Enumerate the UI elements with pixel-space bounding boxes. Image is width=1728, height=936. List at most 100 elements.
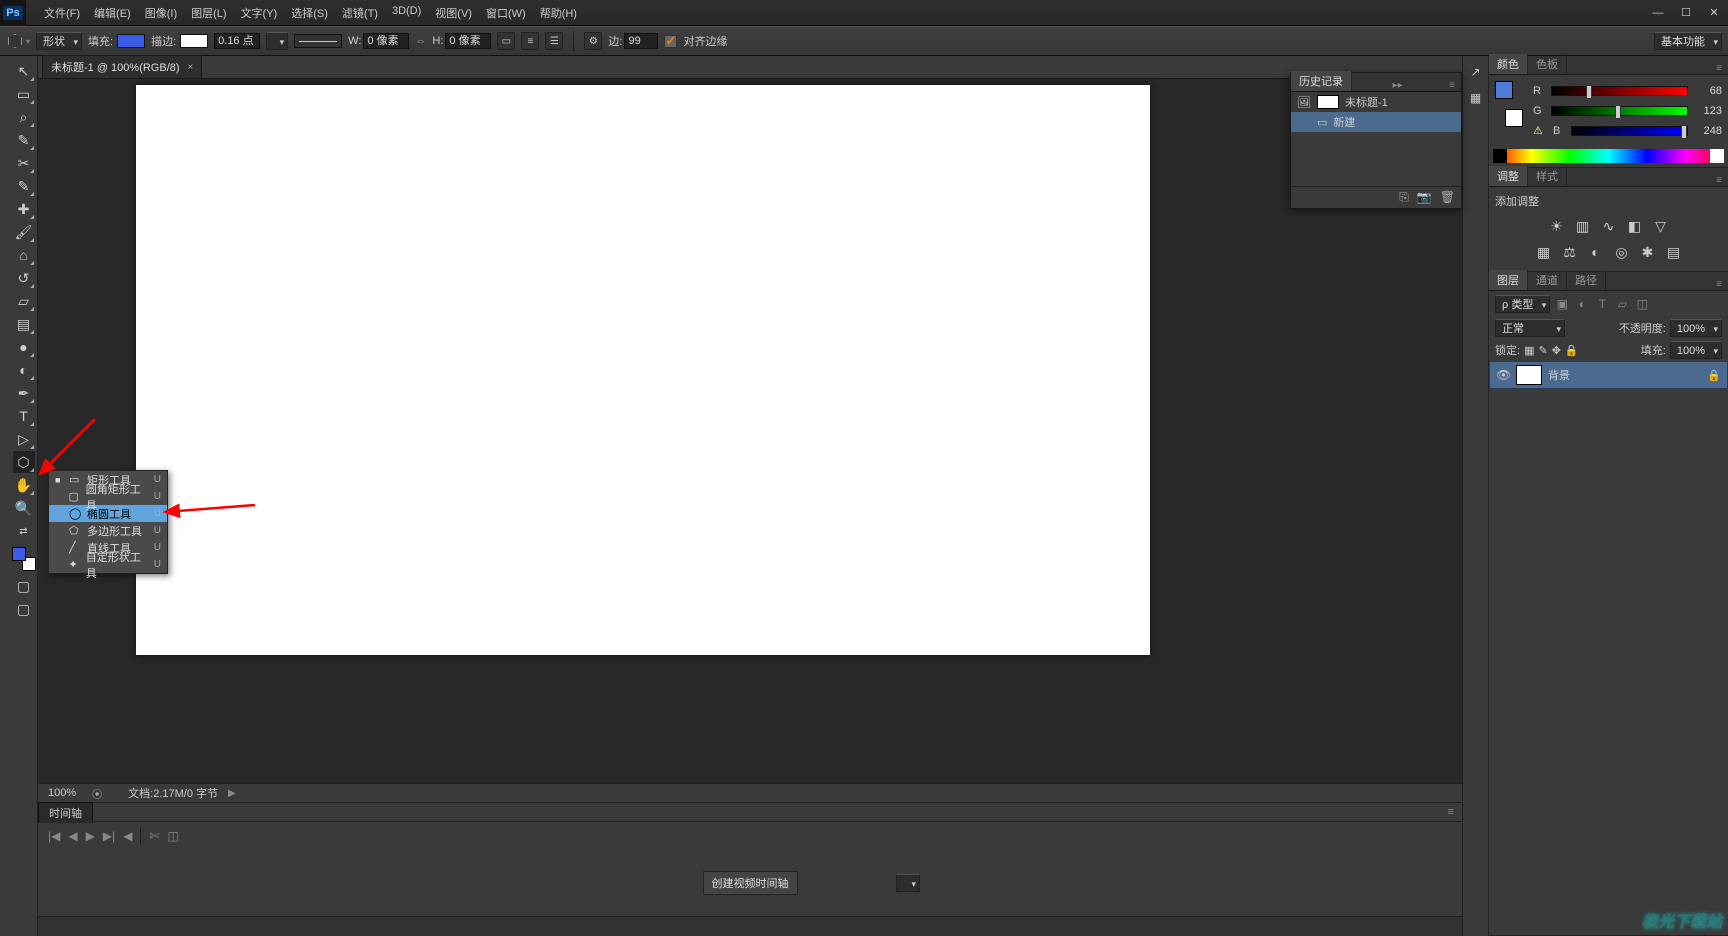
menu-type[interactable]: 文字(Y) xyxy=(235,1,284,25)
align-button[interactable]: ≡ xyxy=(521,32,539,50)
color-swatch-thumb[interactable] xyxy=(1495,81,1523,127)
canvas[interactable] xyxy=(136,85,1150,655)
maximize-button[interactable]: ☐ xyxy=(1672,2,1700,24)
fill-opacity-field[interactable]: 100% xyxy=(1670,341,1722,359)
tl-prev[interactable]: ◀ xyxy=(68,829,77,843)
create-timeline-button[interactable]: 创建视频时间轴 xyxy=(703,871,798,895)
filter-smart-icon[interactable]: ◫ xyxy=(1634,296,1650,312)
zoom-field[interactable]: 100% xyxy=(38,787,86,799)
adj-brightness-icon[interactable]: ☀ xyxy=(1548,217,1566,235)
marquee-tool[interactable]: ▭ xyxy=(13,83,35,105)
stroke-swatch[interactable] xyxy=(180,34,208,48)
close-tab-icon[interactable]: × xyxy=(188,62,194,73)
panel-menu-icon[interactable]: ≡ xyxy=(1710,63,1728,74)
workspace-dropdown[interactable]: 基本功能 xyxy=(1654,32,1722,50)
quickmask-button[interactable]: ▢ xyxy=(16,578,32,594)
b-value[interactable]: 248 xyxy=(1694,125,1722,137)
quickselect-tool[interactable]: ✎ xyxy=(13,129,35,151)
tl-first[interactable]: |◀ xyxy=(48,829,60,843)
adj-mixer-icon[interactable]: ✱ xyxy=(1639,243,1657,261)
panel-menu-icon[interactable]: ≡ xyxy=(1710,279,1728,290)
r-slider[interactable] xyxy=(1551,86,1688,96)
filter-shape-icon[interactable]: ▱ xyxy=(1614,296,1630,312)
adj-photo-icon[interactable]: ◎ xyxy=(1613,243,1631,261)
pen-tool[interactable]: ✒ xyxy=(13,382,35,404)
menu-layer[interactable]: 图层(L) xyxy=(185,1,232,25)
eyedropper-tool[interactable]: ✎ xyxy=(13,175,35,197)
lock-icon[interactable]: 🔒 xyxy=(1707,369,1721,382)
timeline-menu-icon[interactable]: ≡ xyxy=(1440,806,1462,818)
close-button[interactable]: ✕ xyxy=(1700,2,1728,24)
lock-paint-icon[interactable]: ✎ xyxy=(1538,344,1547,357)
status-menu-arrow[interactable]: ▶ xyxy=(228,788,236,799)
g-slider[interactable] xyxy=(1551,106,1688,116)
lock-pos-icon[interactable]: ✥ xyxy=(1552,344,1561,357)
document-tab[interactable]: 未标题-1 @ 100%(RGB/8) × xyxy=(42,55,202,78)
menu-image[interactable]: 图像(I) xyxy=(139,1,183,25)
panel-menu-icon[interactable]: ≡ xyxy=(1710,175,1728,186)
layer-name[interactable]: 背景 xyxy=(1548,367,1570,383)
flyout-roundrect[interactable]: ▢圆角矩形工具U xyxy=(49,488,167,505)
adj-bw-icon[interactable]: ◐ xyxy=(1587,243,1605,261)
canvas-area[interactable] xyxy=(38,79,1462,783)
tab-layers[interactable]: 图层 xyxy=(1489,270,1528,290)
type-tool[interactable]: T xyxy=(13,405,35,427)
tl-next[interactable]: ▶| xyxy=(103,829,115,843)
hand-tool[interactable]: ✋ xyxy=(13,474,35,496)
gear-icon[interactable]: ⚙ xyxy=(584,32,602,50)
r-value[interactable]: 68 xyxy=(1694,85,1722,97)
lock-pixels-icon[interactable]: ▦ xyxy=(1524,344,1534,357)
arrange-button[interactable]: ☰ xyxy=(545,32,563,50)
stroke-width-field[interactable]: 0.16 点 xyxy=(214,33,260,49)
brush-tool[interactable]: 🖌 xyxy=(13,221,35,243)
filter-adj-icon[interactable]: ◐ xyxy=(1574,296,1590,312)
b-slider[interactable] xyxy=(1571,126,1688,136)
adj-vibrance-icon[interactable]: ▽ xyxy=(1652,217,1670,235)
layer-filter-dropdown[interactable]: ρ 类型 xyxy=(1495,295,1550,313)
align-edges-checkbox[interactable] xyxy=(664,35,677,48)
dock-cursor-icon[interactable]: ↗ xyxy=(1466,62,1486,82)
tab-channels[interactable]: 通道 xyxy=(1528,270,1567,290)
fg-bg-colors[interactable] xyxy=(12,547,36,571)
filter-type-icon[interactable]: T xyxy=(1594,296,1610,312)
history-doc-row[interactable]: 🖼 未标题-1 xyxy=(1291,92,1461,112)
screenmode-button[interactable]: ▢ xyxy=(16,601,32,617)
tab-styles[interactable]: 样式 xyxy=(1528,166,1567,186)
menu-window[interactable]: 窗口(W) xyxy=(480,1,532,25)
swap-tool[interactable]: ⇄ xyxy=(13,520,35,542)
move-tool[interactable]: ↖ xyxy=(13,60,35,82)
gradient-tool[interactable]: ▤ xyxy=(13,313,35,335)
adj-curves-icon[interactable]: ∿ xyxy=(1600,217,1618,235)
dock-grid-icon[interactable]: ▦ xyxy=(1466,88,1486,108)
gamut-warning-icon[interactable]: ⚠ xyxy=(1533,124,1547,138)
menu-select[interactable]: 选择(S) xyxy=(285,1,334,25)
layer-item[interactable]: 👁 背景 🔒 xyxy=(1489,361,1728,389)
adj-exposure-icon[interactable]: ◧ xyxy=(1626,217,1644,235)
link-icon[interactable]: ⇔ xyxy=(415,35,426,47)
zoom-tool[interactable]: 🔍 xyxy=(13,497,35,519)
tl-last[interactable]: ◀ xyxy=(123,829,132,843)
adj-balance-icon[interactable]: ⚖ xyxy=(1561,243,1579,261)
menu-help[interactable]: 帮助(H) xyxy=(534,1,583,25)
color-ramp[interactable] xyxy=(1493,149,1724,163)
history-step[interactable]: ▭ 新建 xyxy=(1291,112,1461,132)
adj-hue-icon[interactable]: ▦ xyxy=(1535,243,1553,261)
flyout-polygon[interactable]: ⬠多边形工具U xyxy=(49,522,167,539)
stroke-style-dropdown[interactable] xyxy=(294,34,342,48)
camera-icon[interactable]: 📷 xyxy=(1417,190,1432,205)
panel-menu-icon[interactable]: ≡ xyxy=(1443,80,1461,91)
g-value[interactable]: 123 xyxy=(1694,105,1722,117)
tab-paths[interactable]: 路径 xyxy=(1567,270,1606,290)
dodge-tool[interactable]: ◐ xyxy=(13,359,35,381)
stroke-width-dropdown[interactable] xyxy=(266,32,288,50)
new-snapshot-icon[interactable]: ⎘ xyxy=(1399,190,1409,205)
sides-field[interactable]: 99 xyxy=(624,33,658,49)
flyout-custom[interactable]: ✦自定形状工具U xyxy=(49,556,167,573)
collapse-icon[interactable]: ▸▸ xyxy=(1387,80,1409,91)
adj-levels-icon[interactable]: ▥ xyxy=(1574,217,1592,235)
tab-adjust[interactable]: 调整 xyxy=(1489,166,1528,186)
menu-filter[interactable]: 滤镜(T) xyxy=(336,1,384,25)
shape-mode-dropdown[interactable]: 形状 xyxy=(36,32,82,50)
lasso-tool[interactable]: ⌕ xyxy=(13,106,35,128)
nav-icon[interactable]: ⦿ xyxy=(86,786,108,801)
